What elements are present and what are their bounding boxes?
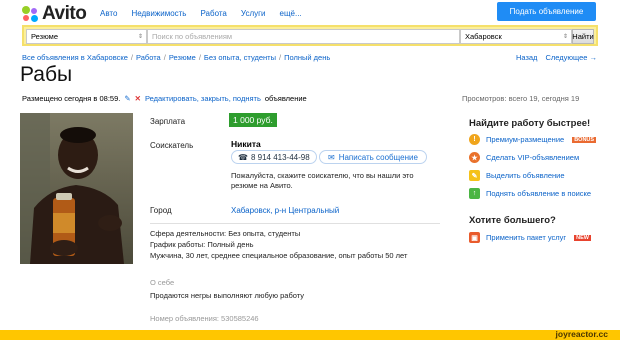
new-badge: NEW	[574, 234, 591, 241]
vip-icon: ★	[469, 152, 480, 163]
nav-realty[interactable]: Недвижимость	[131, 9, 186, 18]
sidebar-item-label: Сделать VIP-объявлением	[486, 153, 580, 162]
phone-icon: ☎	[238, 152, 248, 162]
post-ad-button[interactable]: Подать объявление	[497, 2, 596, 21]
premium-icon: !	[469, 134, 480, 145]
gift-icon: ▣	[469, 232, 480, 243]
phone-button[interactable]: ☎ 8 914 413-44-98	[231, 150, 317, 164]
views-count: Просмотров: всего 19, сегодня 19	[462, 94, 580, 103]
select-arrows-icon: ⇕	[562, 34, 568, 40]
breadcrumb-item[interactable]: Все объявления в Хабаровске	[22, 53, 128, 62]
nav-jobs[interactable]: Работа	[200, 9, 226, 18]
close-icon[interactable]: ✕	[135, 94, 141, 103]
page-title: Рабы	[20, 63, 73, 86]
sidebar-item-raise[interactable]: ↑ Поднять объявление в поиске	[469, 188, 591, 199]
breadcrumb-item[interactable]: Резюме	[169, 53, 196, 62]
nav-more[interactable]: ещё...	[280, 9, 302, 18]
region-select[interactable]: Хабаровск ⇕	[460, 29, 572, 44]
sidebar-item-label: Поднять объявление в поиске	[486, 189, 592, 198]
write-message-button[interactable]: ✉ Написать сообщение	[319, 150, 427, 164]
watermark-bar	[0, 330, 620, 340]
envelope-icon: ✉	[328, 152, 335, 162]
edit-suffix: объявление	[264, 94, 307, 103]
phone-number: 8 914 413-44-98	[250, 152, 310, 162]
back-link[interactable]: Назад	[516, 53, 538, 62]
category-value: Резюме	[31, 32, 58, 41]
param-line: Мужчина, 30 лет, среднее специальное обр…	[150, 251, 408, 260]
next-link[interactable]: Следующее →	[545, 53, 597, 62]
logo-text: Avito	[42, 3, 87, 24]
divider	[150, 223, 440, 224]
edit-link[interactable]: Редактировать, закрыть, поднять	[145, 94, 261, 103]
find-button[interactable]: Найти	[572, 29, 594, 44]
bonus-badge: BONUS	[572, 136, 597, 143]
breadcrumb-item[interactable]: Работа	[136, 53, 161, 62]
avito-logo[interactable]: Avito	[22, 3, 87, 25]
region-value: Хабаровск	[465, 32, 502, 41]
highlight-icon: ✎	[469, 170, 480, 181]
more-title: Хотите большего?	[469, 215, 556, 226]
breadcrumb-item[interactable]: Полный день	[284, 53, 330, 62]
param-line: Сфера деятельности: Без опыта, студенты	[150, 229, 301, 238]
seller-note: Пожалуйста, скажите соискателю, что вы н…	[231, 171, 414, 190]
salary-label: Зарплата	[150, 117, 186, 126]
ad-params: Сфера деятельности: Без опыта, студенты …	[150, 228, 407, 261]
sidebar-item-label: Премиум-размещение	[486, 135, 565, 144]
seller-label: Соискатель	[150, 141, 194, 150]
select-arrows-icon: ⇕	[137, 34, 143, 40]
photo-illustration	[20, 113, 133, 264]
sidebar-item-highlight[interactable]: ✎ Выделить объявление	[469, 170, 565, 181]
ad-number: Номер объявления: 530585246	[150, 314, 259, 323]
sidebar-item-label: Выделить объявление	[486, 171, 565, 180]
category-select[interactable]: Резюме ⇕	[26, 29, 147, 44]
about-text: Продаются негры выполняют любую работу	[150, 291, 305, 300]
sidebar-item-premium[interactable]: ! Премиум-размещение BONUS	[469, 134, 597, 145]
posted-info: Размещено сегодня в 08:59. ✎ ✕ Редактиро…	[22, 94, 307, 103]
city-link[interactable]: Хабаровск, р-н Центральный	[231, 206, 339, 215]
pencil-icon[interactable]: ✎	[124, 94, 130, 103]
watermark: joyreactor.cc	[555, 329, 608, 339]
breadcrumb-item[interactable]: Без опыта, студенты	[204, 53, 276, 62]
seller-name: Никита	[231, 139, 261, 149]
nav-services[interactable]: Услуги	[241, 9, 266, 18]
param-line: График работы: Полный день	[150, 240, 254, 249]
search-bar: Резюме ⇕ Поиск по объявлениям Хабаровск …	[22, 25, 598, 46]
sidebar-item-package[interactable]: ▣ Применить пакет услуг NEW	[469, 232, 591, 243]
search-input[interactable]: Поиск по объявлениям	[147, 29, 460, 44]
nav-auto[interactable]: Авто	[100, 9, 117, 18]
about-title: О себе	[150, 278, 175, 287]
sidebar-item-label: Применить пакет услуг	[486, 233, 567, 242]
write-message-label: Написать сообщение	[338, 152, 418, 162]
city-label: Город	[150, 206, 172, 215]
ad-photo[interactable]	[20, 113, 133, 264]
breadcrumb: Все объявления в Хабаровске / Работа / Рез…	[22, 53, 331, 62]
posted-date: Размещено сегодня в 08:59.	[22, 94, 121, 103]
sidebar-item-vip[interactable]: ★ Сделать VIP-объявлением	[469, 152, 579, 163]
pager: Назад Следующее →	[516, 53, 597, 62]
top-nav: Авто Недвижимость Работа Услуги ещё...	[100, 9, 302, 18]
logo-dots-icon	[22, 6, 38, 22]
sidebar-title: Найдите работу быстрее!	[469, 118, 591, 129]
salary-badge: 1 000 руб.	[229, 113, 277, 127]
up-arrow-icon: ↑	[469, 188, 480, 199]
